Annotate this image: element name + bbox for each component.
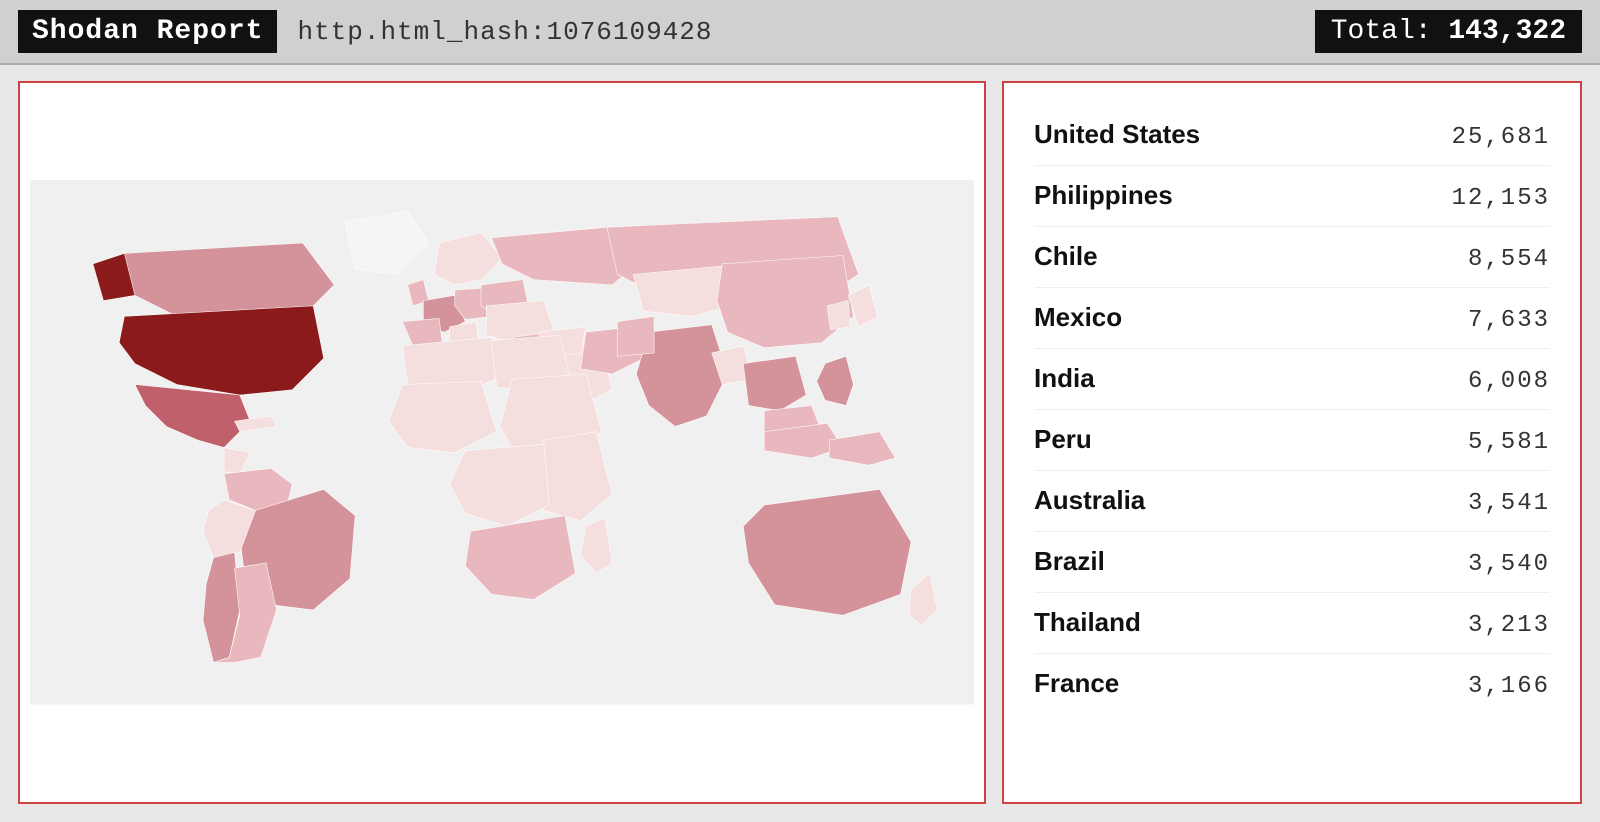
total-label: Total: 143,322 [1315,10,1582,53]
world-map: .country { stroke: #fff; stroke-width: 0… [30,180,974,704]
total-value: 143,322 [1448,16,1566,47]
country-row: Philippines 12,153 [1034,166,1550,227]
country-row: France 3,166 [1034,654,1550,714]
country-count: 7,633 [1468,307,1550,334]
country-count: 12,153 [1452,185,1550,212]
main-content: .country { stroke: #fff; stroke-width: 0… [0,65,1600,822]
country-count: 6,008 [1468,368,1550,395]
country-name: Brazil [1034,546,1105,577]
country-name: Chile [1034,241,1098,272]
country-row: Peru 5,581 [1034,410,1550,471]
country-name: Peru [1034,424,1092,455]
country-row: Brazil 3,540 [1034,532,1550,593]
country-row: Mexico 7,633 [1034,288,1550,349]
country-panel: United States 25,681 Philippines 12,153 Chil… [1002,81,1582,804]
country-row: Thailand 3,213 [1034,593,1550,654]
map-panel: .country { stroke: #fff; stroke-width: 0… [18,81,986,804]
country-name: Thailand [1034,607,1141,638]
country-name: France [1034,668,1119,699]
country-row: United States 25,681 [1034,105,1550,166]
country-name: India [1034,363,1095,394]
country-name: Mexico [1034,302,1122,333]
country-name: Philippines [1034,180,1173,211]
country-row: Australia 3,541 [1034,471,1550,532]
country-count: 3,540 [1468,551,1550,578]
query-text: http.html_hash:1076109428 [297,17,1294,47]
country-count: 25,681 [1452,124,1550,151]
total-prefix: Total: [1331,16,1432,47]
country-count: 8,554 [1468,246,1550,273]
country-name: Australia [1034,485,1145,516]
country-count: 3,166 [1468,673,1550,700]
country-row: India 6,008 [1034,349,1550,410]
country-name: United States [1034,119,1200,150]
country-count: 3,541 [1468,490,1550,517]
brand-label: Shodan Report [18,10,277,53]
country-count: 5,581 [1468,429,1550,456]
country-count: 3,213 [1468,612,1550,639]
country-row: Chile 8,554 [1034,227,1550,288]
header: Shodan Report http.html_hash:1076109428 … [0,0,1600,65]
